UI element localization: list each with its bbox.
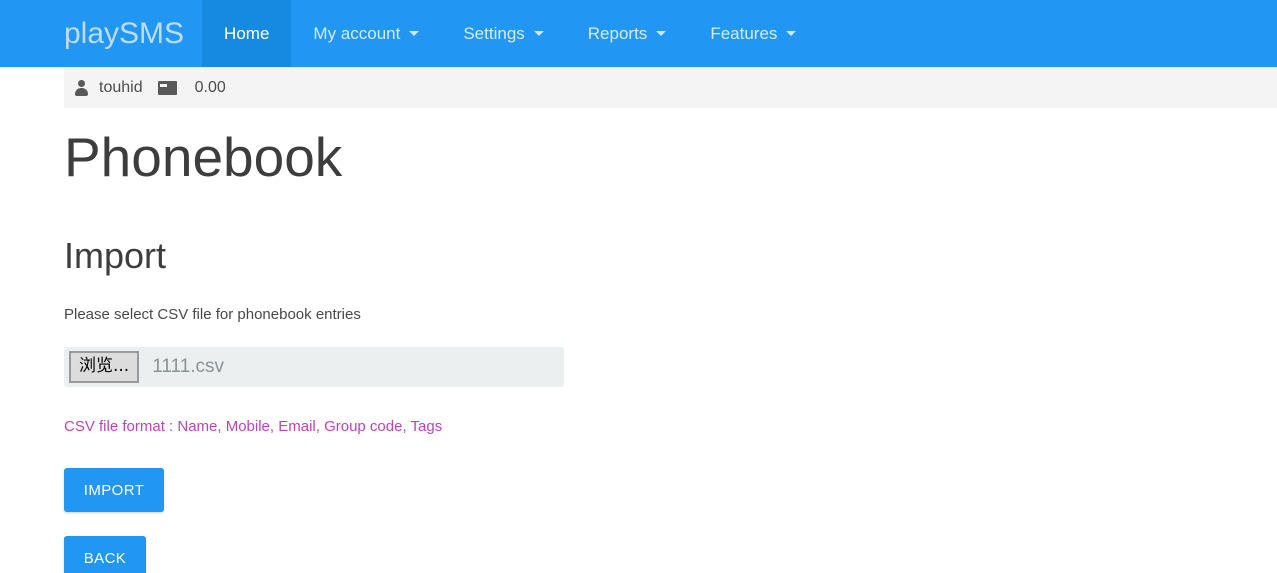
brand-logo[interactable]: playSMS xyxy=(64,0,202,67)
browse-button[interactable]: 浏览... xyxy=(69,351,140,383)
section-title-import: Import xyxy=(64,235,167,276)
chevron-down-icon xyxy=(409,31,420,36)
csv-file-input[interactable]: 浏览... 1111.csv xyxy=(64,347,564,387)
top-navbar: playSMS Home My account Settings Reports… xyxy=(0,0,1277,67)
import-button[interactable]: IMPORT xyxy=(64,468,164,512)
nav-item-settings-label: Settings xyxy=(463,23,525,43)
nav-item-reports[interactable]: Reports xyxy=(566,0,689,67)
import-button-row: IMPORT xyxy=(64,435,1277,512)
username-label: touhid xyxy=(99,79,143,96)
chevron-down-icon xyxy=(533,31,544,36)
nav-item-home[interactable]: Home xyxy=(202,0,292,67)
page-root: playSMS Home My account Settings Reports… xyxy=(0,0,1277,573)
nav-item-my-account[interactable]: My account xyxy=(291,0,441,67)
nav-item-features[interactable]: Features xyxy=(688,0,818,67)
nav-item-reports-label: Reports xyxy=(587,23,648,43)
chevron-down-icon xyxy=(786,31,797,36)
page-title: Phonebook xyxy=(64,126,343,188)
nav-item-my-account-label: My account xyxy=(313,23,401,43)
credit-card-icon xyxy=(157,81,177,95)
nav-item-features-label: Features xyxy=(710,23,778,43)
csv-format-hint: CSV file format : Name, Mobile, Email, G… xyxy=(64,418,443,435)
navbar-inner: playSMS Home My account Settings Reports… xyxy=(0,0,818,67)
nav-item-home-label: Home xyxy=(224,23,270,43)
user-status-bar: touhid 0.00 xyxy=(64,67,1277,108)
back-button[interactable]: BACK xyxy=(64,536,146,573)
chevron-down-icon xyxy=(656,31,667,36)
helper-text: Please select CSV file for phonebook ent… xyxy=(64,306,361,323)
user-icon xyxy=(74,80,89,96)
selected-file-name: 1111.csv xyxy=(152,356,225,377)
back-button-row: BACK xyxy=(64,512,1277,573)
credit-balance-label: 0.00 xyxy=(194,79,226,96)
nav-item-settings[interactable]: Settings xyxy=(441,0,565,67)
main-content: Phonebook Import Please select CSV file … xyxy=(64,108,1277,573)
